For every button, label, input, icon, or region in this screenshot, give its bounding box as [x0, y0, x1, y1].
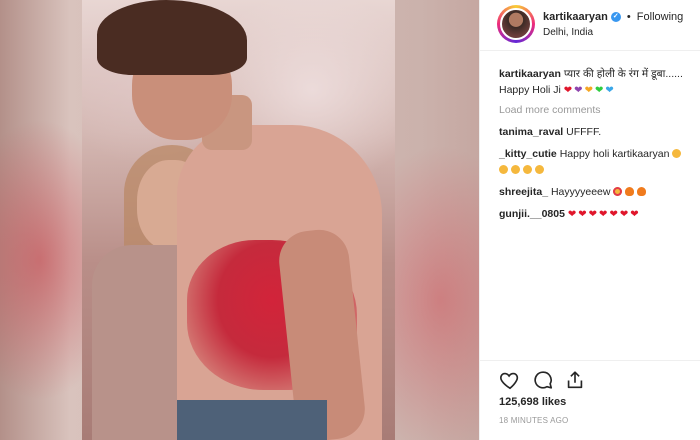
red-heart-icon: ❤ — [599, 209, 608, 220]
comment-username[interactable]: tanima_raval — [499, 126, 563, 138]
blowing-kiss-emoji-icon — [672, 149, 682, 158]
fire-emoji-icon — [637, 187, 647, 196]
post-header: kartikaaryan ✓ • Following Delhi, India — [480, 0, 700, 51]
avatar-image — [500, 8, 532, 40]
username-link[interactable]: kartikaaryan — [543, 11, 608, 23]
caption-hearts: ❤ ❤ ❤ ❤ ❤ — [564, 84, 616, 96]
comment-username[interactable]: _kitty_cutie — [499, 148, 557, 160]
avatar[interactable] — [497, 5, 535, 43]
red-heart-icon: ❤ — [567, 209, 577, 220]
load-more-comments-button[interactable]: Load more comments — [499, 102, 699, 118]
comment-text: Happy holi kartikaaryan — [559, 148, 670, 160]
caption-username[interactable]: kartikaaryan — [499, 68, 561, 80]
heart-eyes-emoji-icon — [613, 187, 623, 196]
comment-item: shreejita_ Hayyyyeeew — [499, 184, 699, 200]
comment-username[interactable]: gunjii.__0805 — [499, 208, 565, 220]
location-link[interactable]: Delhi, India — [543, 27, 593, 38]
comment-text: Hayyyyeeew — [550, 186, 611, 198]
blowing-kiss-emoji-icon — [499, 165, 508, 174]
red-heart-icon: ❤ — [609, 209, 618, 220]
red-heart-icon: ❤ — [630, 209, 639, 220]
comment-username[interactable]: shreejita_ — [499, 186, 548, 198]
caption: kartikaaryan प्यार की होली के रंग में डू… — [499, 66, 699, 98]
comment-text: UFFFF. — [566, 126, 602, 138]
share-icon[interactable] — [564, 369, 586, 391]
caption-text-hindi: प्यार की होली के रंग में डूबा...... — [563, 68, 683, 80]
caption-text: Happy Holi Ji — [499, 84, 561, 96]
comment-item: _kitty_cutie Happy holi kartikaaryan — [499, 146, 699, 178]
comment-icon[interactable] — [532, 369, 554, 391]
heart-icon[interactable] — [499, 369, 521, 391]
fire-emoji-icon — [625, 187, 635, 196]
blowing-kiss-emoji-icon — [511, 165, 520, 174]
blowing-kiss-emoji-icon — [535, 165, 544, 174]
likes-count[interactable]: 125,698 likes — [499, 396, 566, 408]
comment-item: gunjii.__0805 ❤ ❤ ❤ ❤ ❤ ❤ ❤ — [499, 206, 699, 222]
following-button[interactable]: Following — [637, 11, 683, 23]
comment-item: tanima_raval UFFFF. — [499, 124, 699, 140]
yellow-heart-icon: ❤ — [584, 85, 593, 96]
blue-heart-icon: ❤ — [605, 85, 614, 96]
red-heart-icon: ❤ — [578, 209, 587, 220]
post-timestamp[interactable]: 18 MINUTES AGO — [499, 416, 568, 425]
post-actions — [480, 360, 700, 390]
blowing-kiss-emoji-icon — [523, 165, 532, 174]
purple-heart-icon: ❤ — [574, 85, 583, 96]
red-heart-icon: ❤ — [563, 85, 573, 96]
green-heart-icon: ❤ — [594, 85, 604, 96]
comments-list: kartikaaryan प्यार की होली के रंग में डू… — [499, 66, 699, 228]
comment-hearts: ❤ ❤ ❤ ❤ ❤ ❤ ❤ — [568, 208, 641, 220]
post-side-panel: kartikaaryan ✓ • Following Delhi, India k… — [479, 0, 700, 440]
red-heart-icon: ❤ — [619, 209, 629, 220]
post-photo[interactable] — [82, 0, 395, 440]
red-heart-icon: ❤ — [588, 209, 598, 220]
verified-icon: ✓ — [610, 12, 621, 23]
